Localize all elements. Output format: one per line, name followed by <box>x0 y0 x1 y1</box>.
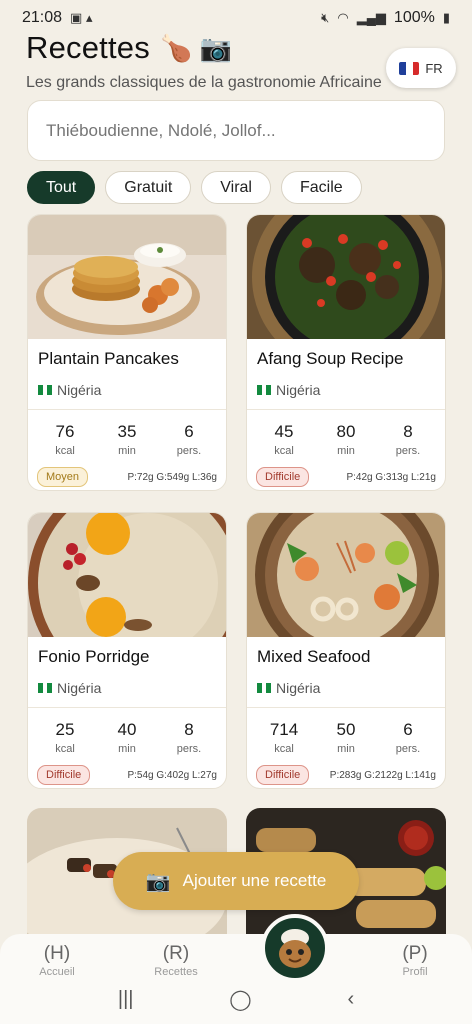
recipe-image <box>28 513 226 637</box>
time-label: min <box>337 743 355 755</box>
servings-label: pers. <box>176 445 202 457</box>
origin-label: Nigéria <box>276 382 321 398</box>
status-time: 21:08 <box>22 9 63 26</box>
servings-value: 6 <box>403 720 413 739</box>
servings-label: pers. <box>395 445 421 457</box>
back-chevron-icon[interactable]: ‹ <box>347 988 354 1011</box>
time-label: min <box>118 743 136 755</box>
recipe-name: Fonio Porridge <box>38 647 150 666</box>
system-nav-bar: ||| ◯ ‹ <box>0 974 472 1024</box>
add-recipe-button[interactable]: 📷 Ajouter une recette <box>113 852 359 910</box>
recipe-name: Plantain Pancakes <box>38 349 179 368</box>
add-recipe-label: Ajouter une recette <box>182 871 327 890</box>
recent-apps-icon[interactable]: ||| <box>118 988 134 1011</box>
mute-icon: 🔇︎ <box>321 10 330 25</box>
recipe-origin: Nigéria <box>28 671 226 699</box>
recipe-name: Mixed Seafood <box>257 647 371 666</box>
kcal-value: 25 <box>55 720 75 739</box>
recipe-stats: 76 kcal 35 min 6 pers. <box>28 410 226 457</box>
kcal-label: kcal <box>274 743 294 755</box>
battery-icon: ▮ <box>442 10 450 25</box>
filter-chip-gratuit[interactable]: Gratuit <box>105 171 192 204</box>
difficulty-badge: Difficile <box>256 467 310 487</box>
time-label: min <box>337 445 355 457</box>
nigeria-flag-icon <box>257 385 272 395</box>
time-value: 35 <box>117 422 137 441</box>
difficulty-badge: Difficile <box>256 765 310 785</box>
nav-item-profile[interactable]: (P) Profil <box>380 938 450 978</box>
difficulty-badge: Difficile <box>37 765 91 785</box>
recipe-image <box>247 513 445 637</box>
time-label: min <box>118 445 136 457</box>
difficulty-badge: Moyen <box>37 467 89 487</box>
kcal-label: kcal <box>274 445 294 457</box>
recipe-card[interactable]: Fonio Porridge Nigéria 25 kcal 40 min 8 per… <box>27 512 227 789</box>
recipe-stats: 25 kcal 40 min 8 pers. <box>28 708 226 755</box>
kcal-value: 714 <box>269 720 299 739</box>
filter-chips: Tout Gratuit Viral Facile <box>27 171 362 204</box>
battery-level: 100% <box>393 9 435 26</box>
origin-label: Nigéria <box>57 680 102 696</box>
wifi-icon: ◠ <box>337 10 349 25</box>
kcal-value: 45 <box>274 422 294 441</box>
kcal-label: kcal <box>55 743 75 755</box>
recipe-grid: Plantain Pancakes Nigéria 76 kcal 35 min 6… <box>27 214 446 789</box>
recipe-name: Afang Soup Recipe <box>257 349 404 368</box>
servings-value: 8 <box>184 720 194 739</box>
time-value: 80 <box>336 422 356 441</box>
language-code: FR <box>425 60 443 76</box>
recipe-origin: Nigéria <box>28 373 226 401</box>
servings-label: pers. <box>176 743 202 755</box>
kcal-value: 76 <box>55 422 75 441</box>
nigeria-flag-icon <box>38 385 53 395</box>
page-title: Recettes <box>26 30 150 65</box>
servings-value: 6 <box>184 422 194 441</box>
language-button[interactable]: FR <box>386 48 456 88</box>
nigeria-flag-icon <box>38 683 53 693</box>
filter-chip-facile[interactable]: Facile <box>280 171 362 204</box>
filter-chip-viral[interactable]: Viral <box>201 171 271 204</box>
time-value: 50 <box>336 720 356 739</box>
chef-mascot-icon <box>279 929 311 968</box>
nav-item-recipes[interactable]: (R) Recettes <box>141 938 211 978</box>
kcal-label: kcal <box>55 445 75 457</box>
nav-item-home[interactable]: (H) Accueil <box>22 938 92 978</box>
recipe-card[interactable]: Plantain Pancakes Nigéria 76 kcal 35 min 6… <box>27 214 227 491</box>
macros-text: P:72g G:549g L:36g <box>127 471 217 483</box>
bottom-nav: (H) Accueil (R) Recettes (P) Profil ||| … <box>0 914 472 1024</box>
search-input[interactable] <box>46 120 426 141</box>
macros-text: P:42g G:313g L:21g <box>346 471 436 483</box>
origin-label: Nigéria <box>57 382 102 398</box>
recipe-origin: Nigéria <box>247 671 445 699</box>
macros-text: P:283g G:2122g L:141g <box>329 769 436 781</box>
home-circle-icon[interactable]: ◯ <box>229 987 251 1012</box>
recipe-stats: 714 kcal 50 min 6 pers. <box>247 708 445 755</box>
recipe-image <box>247 215 445 339</box>
nigeria-flag-icon <box>257 683 272 693</box>
search-box[interactable] <box>27 100 445 161</box>
recipe-image <box>28 215 226 339</box>
title-emoji: 🍗 📷 <box>159 32 232 63</box>
chef-mascot-button[interactable] <box>261 914 329 982</box>
recipe-origin: Nigéria <box>247 373 445 401</box>
filter-chip-tout[interactable]: Tout <box>27 171 96 204</box>
origin-label: Nigéria <box>276 680 321 696</box>
signal-icon: ▂▄▆ <box>356 10 386 25</box>
france-flag-icon <box>399 61 420 75</box>
servings-label: pers. <box>395 743 421 755</box>
recipe-card[interactable]: Afang Soup Recipe Nigéria 45 kcal 80 min 8… <box>246 214 446 491</box>
recipe-stats: 45 kcal 80 min 8 pers. <box>247 410 445 457</box>
macros-text: P:54g G:402g L:27g <box>127 769 217 781</box>
servings-value: 8 <box>403 422 413 441</box>
recipe-card[interactable]: Mixed Seafood Nigéria 714 kcal 50 min 6 per… <box>246 512 446 789</box>
time-value: 40 <box>117 720 137 739</box>
notification-icon: ▣ ▴ <box>70 10 93 25</box>
camera-icon: 📷 <box>145 870 171 893</box>
